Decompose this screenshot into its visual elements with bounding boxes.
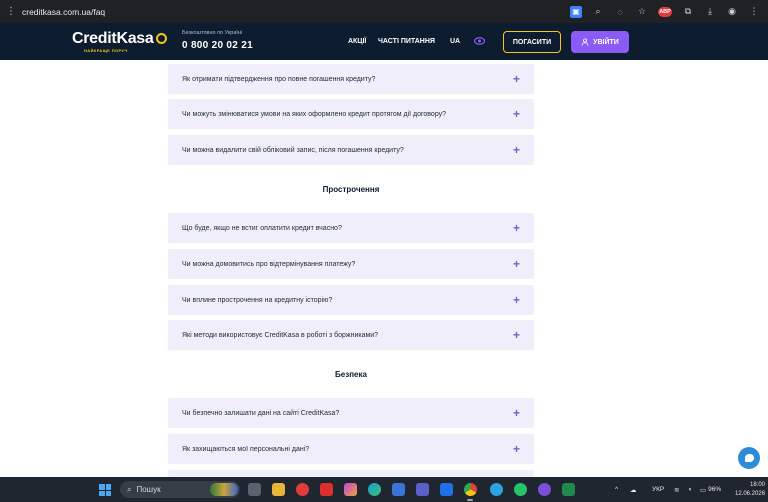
faq-question: Чи вплине прострочення на кредитну істор… (182, 296, 333, 304)
site-logo[interactable]: CreditKasa (72, 30, 167, 48)
plus-icon[interactable]: + (513, 108, 520, 120)
taskbar: ⌕ Пошук ^ ☁ УКР ≋ ◖ ▭ 96% 18:00 12.06.20… (0, 477, 768, 502)
clock-date: 12.06.2026 (735, 491, 766, 497)
faq-question: Чи можуть змінюватися умови на яких офор… (182, 110, 447, 118)
chat-icon (744, 454, 754, 462)
faq-item[interactable]: Чи можуть змінюватися умови на яких офор… (168, 99, 534, 129)
excel-icon[interactable] (562, 483, 575, 496)
login-button-label: УВІЙТИ (593, 38, 619, 46)
l-app-icon[interactable] (320, 483, 333, 496)
teams-icon[interactable] (416, 483, 429, 496)
whatsapp-icon[interactable] (514, 483, 527, 496)
section-title-security: Безпека (335, 370, 367, 379)
section-title-overdue: Прострочення (322, 185, 380, 194)
faq-item[interactable]: Які методи використовує CreditKasa в роб… (168, 320, 534, 350)
browser-toolbar: ⋮ creditkasa.com.ua/faq ▣ ⌕ ◌ ☆ ABP ⧉ ⤓ … (0, 0, 768, 23)
faq-item[interactable]: Як отримати підтвердження про повне пога… (168, 64, 534, 94)
battery-icon: ▭ (700, 486, 707, 494)
chat-widget-button[interactable] (738, 447, 760, 469)
download-icon[interactable]: ⤓ (704, 6, 716, 18)
tray-language[interactable]: УКР (652, 477, 664, 502)
faq-item[interactable]: Чи безпечно залишати дані на сайті Credi… (168, 398, 534, 428)
chrome-running-indicator (467, 499, 473, 501)
chrome-icon[interactable] (464, 483, 477, 496)
plus-icon[interactable]: + (513, 258, 520, 270)
logo-credit: Credit (72, 30, 117, 47)
more-menu-icon[interactable]: ⋮ (748, 6, 760, 18)
zoom-icon[interactable]: ⌕ (592, 6, 604, 18)
tray-chevron-icon[interactable]: ^ (615, 477, 618, 502)
plus-icon[interactable]: + (513, 73, 520, 85)
faq-question: Що буде, якщо не встиг оплатити кредит в… (182, 224, 342, 232)
faq-question: Чи можна видалити свій обліковий запис, … (182, 146, 404, 154)
faq-question: Як отримати підтвердження про повне пога… (182, 75, 376, 83)
faq-question: Як захищаються мої персональні дані? (182, 445, 310, 453)
user-icon (581, 38, 589, 46)
search-icon: ⌕ (127, 484, 132, 494)
phone-number[interactable]: 0 800 20 02 21 (182, 40, 253, 51)
faq-question: Чи безпечно залишати дані на сайті Credi… (182, 409, 340, 417)
faq-item[interactable]: Чи вплине прострочення на кредитну істор… (168, 285, 534, 315)
wifi-icon[interactable]: ≋ (674, 477, 679, 502)
accessibility-eye-icon[interactable] (474, 37, 485, 45)
clock[interactable]: 18:00 12.06.2026 (735, 481, 765, 499)
file-explorer-icon[interactable] (272, 483, 285, 496)
cast-icon[interactable]: ▣ (570, 5, 582, 18)
copilot-icon[interactable] (344, 483, 357, 496)
telegram-icon[interactable] (490, 483, 503, 496)
eye-off-icon[interactable]: ◌ (614, 6, 626, 18)
faq-item[interactable]: Що буде, якщо не встиг оплатити кредит в… (168, 213, 534, 243)
clock-time: 18:00 (749, 482, 765, 488)
edge-icon[interactable] (368, 483, 381, 496)
plus-icon[interactable]: + (513, 144, 520, 156)
site-info-icon[interactable]: ⋮ (0, 6, 22, 17)
cloud-icon[interactable]: ☁ (630, 477, 637, 502)
taskbar-search[interactable]: ⌕ Пошук (120, 481, 240, 498)
faq-question: Чи можна домовитись про відтермінування … (182, 260, 356, 268)
profile-icon[interactable]: ◉ (726, 6, 738, 18)
login-button[interactable]: УВІЙТИ (571, 31, 629, 53)
phone-caption: Безкоштовно по Україні (182, 30, 243, 36)
plus-icon[interactable]: + (513, 329, 520, 341)
extensions-icon[interactable]: ⧉ (682, 6, 694, 18)
address-bar[interactable]: creditkasa.com.ua/faq (22, 7, 570, 17)
pay-button[interactable]: ПОГАСИТИ (503, 31, 561, 53)
dropbox-icon[interactable] (440, 483, 453, 496)
nav-faq[interactable]: ЧАСТІ ПИТАННЯ (378, 38, 435, 45)
faq-item-partial[interactable] (168, 470, 534, 477)
faq-item[interactable]: Як захищаються мої персональні дані? + (168, 434, 534, 464)
plus-icon[interactable]: + (513, 443, 520, 455)
opera-icon[interactable] (296, 483, 309, 496)
plus-icon[interactable]: + (513, 407, 520, 419)
task-view-icon[interactable] (248, 483, 261, 496)
logo-kasa: Kasa (116, 30, 154, 47)
nav-language[interactable]: UA (450, 38, 460, 45)
coin-icon (155, 33, 167, 44)
faq-item[interactable]: Чи можна видалити свій обліковий запис, … (168, 135, 534, 165)
star-icon[interactable]: ☆ (636, 6, 648, 18)
store-icon[interactable] (392, 483, 405, 496)
faq-item[interactable]: Чи можна домовитись про відтермінування … (168, 249, 534, 279)
site-header: CreditKasa НАЙКРАЩЕ ПОРУЧ Безкоштовно по… (0, 23, 768, 60)
taskbar-search-label: Пошук (136, 485, 161, 494)
plus-icon[interactable]: + (513, 294, 520, 306)
logo-tagline: НАЙКРАЩЕ ПОРУЧ (84, 48, 128, 53)
viber-icon[interactable] (538, 483, 551, 496)
battery-area[interactable]: ▭ 96% (700, 477, 721, 502)
adblock-extension-icon[interactable]: ABP (658, 6, 672, 17)
plus-icon[interactable]: + (513, 222, 520, 234)
search-highlight-image (210, 483, 238, 496)
faq-question: Які методи використовує CreditKasa в роб… (182, 331, 379, 339)
battery-percent: 96% (708, 486, 722, 493)
volume-icon[interactable]: ◖ (688, 477, 692, 502)
windows-start-icon[interactable] (99, 484, 111, 496)
nav-promotions[interactable]: АКЦІЇ (348, 38, 366, 45)
